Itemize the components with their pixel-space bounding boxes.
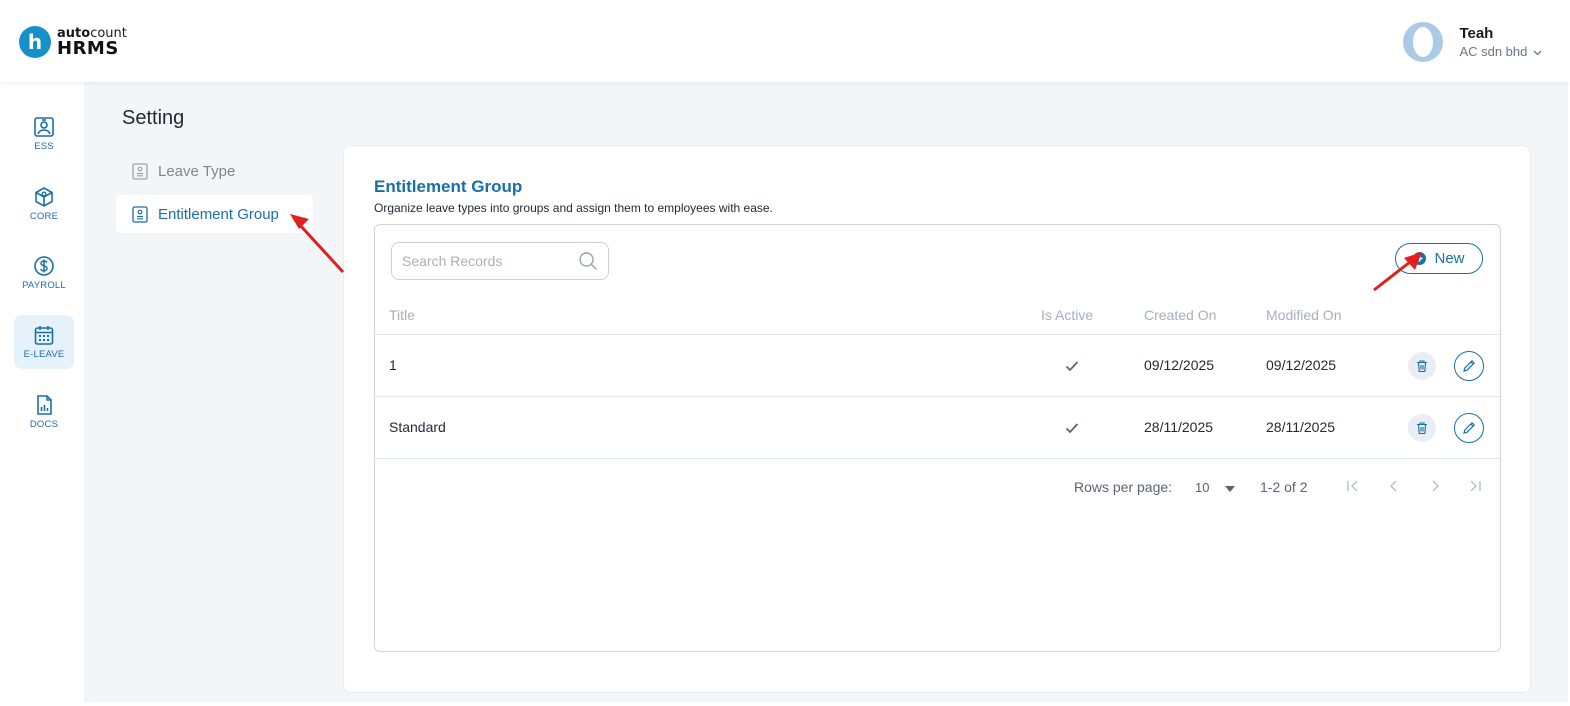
entitlement-group-card: Entitlement Group Organize leave types i… (343, 145, 1531, 693)
submenu-item-entitlement-group[interactable]: Entitlement Group (116, 195, 313, 233)
card-description: Organize leave types into groups and ass… (374, 201, 773, 215)
cell-title: 1 (389, 357, 397, 373)
card-title: Entitlement Group (374, 177, 523, 196)
search-input[interactable] (402, 251, 572, 271)
cell-modified-on: 28/11/2025 (1266, 419, 1336, 435)
nav-docs[interactable]: DOCS (14, 386, 74, 438)
divider (375, 458, 1500, 459)
check-icon (1065, 361, 1079, 372)
cell-title: Standard (389, 419, 446, 435)
trash-icon (1417, 360, 1427, 373)
rows-per-page-select[interactable]: 10 (1195, 480, 1236, 495)
records-table-panel: New Title Is Active Created On Modified … (374, 224, 1501, 652)
cell-created-on: 09/12/2025 (1144, 357, 1215, 373)
avatar[interactable] (1403, 22, 1444, 62)
edit-button[interactable] (1454, 351, 1484, 381)
id-card-icon (34, 117, 54, 137)
caret-down-icon (1225, 485, 1236, 492)
top-header: h autocount HRMS Teah AC sdn bhd (0, 0, 1570, 82)
chevron-down-icon (1533, 50, 1542, 55)
search-icon[interactable] (578, 251, 598, 271)
logo-wordmark: autocount HRMS (57, 25, 127, 59)
divider (375, 396, 1500, 397)
dollar-coin-icon (34, 256, 54, 276)
app-logo[interactable]: h autocount HRMS (19, 26, 127, 58)
pencil-icon (1463, 421, 1476, 434)
column-header-is-active[interactable]: Is Active (1041, 307, 1093, 323)
document-chart-icon (37, 395, 52, 415)
new-button[interactable]: New (1395, 243, 1483, 274)
nav-e-leave[interactable]: E-LEAVE (14, 315, 74, 369)
delete-button[interactable] (1408, 352, 1436, 380)
check-icon (1065, 423, 1079, 434)
first-page-icon[interactable] (1345, 478, 1361, 494)
page-title: Setting (122, 107, 185, 129)
cell-created-on: 28/11/2025 (1144, 419, 1214, 435)
rows-per-page-label: Rows per page: (1074, 479, 1173, 495)
logo-mark: h (19, 26, 51, 58)
last-page-icon[interactable] (1467, 478, 1483, 494)
divider (375, 334, 1500, 335)
company-selector[interactable]: AC sdn bhd (1459, 44, 1542, 59)
main-content: Setting Leave Type Entitlement Group Ent… (84, 82, 1568, 702)
submenu-item-leave-type[interactable]: Leave Type (116, 152, 313, 190)
user-menu[interactable]: Teah AC sdn bhd (1403, 22, 1542, 62)
module-sidebar: ESS CORE PAYROLL E-LEAVE DOCS (4, 82, 84, 702)
nav-core[interactable]: CORE (14, 178, 74, 230)
next-page-icon[interactable] (1427, 478, 1443, 494)
search-box[interactable] (391, 242, 609, 280)
plus-circle-icon (1413, 252, 1427, 265)
pencil-icon (1463, 359, 1476, 372)
user-name: Teah (1459, 25, 1494, 42)
cube-icon (35, 187, 53, 207)
cell-modified-on: 09/12/2025 (1266, 357, 1337, 373)
previous-page-icon[interactable] (1386, 478, 1402, 494)
document-icon (132, 205, 148, 223)
edit-button[interactable] (1454, 413, 1484, 443)
column-header-modified-on[interactable]: Modified On (1266, 307, 1341, 323)
column-header-created-on[interactable]: Created On (1144, 307, 1216, 323)
document-icon (132, 162, 148, 180)
nav-payroll[interactable]: PAYROLL (14, 247, 74, 299)
trash-icon (1417, 422, 1427, 435)
column-header-title[interactable]: Title (389, 307, 415, 323)
delete-button[interactable] (1408, 414, 1436, 442)
page-range: 1-2 of 2 (1260, 479, 1308, 495)
calendar-icon (34, 326, 54, 345)
nav-ess[interactable]: ESS (14, 108, 74, 160)
